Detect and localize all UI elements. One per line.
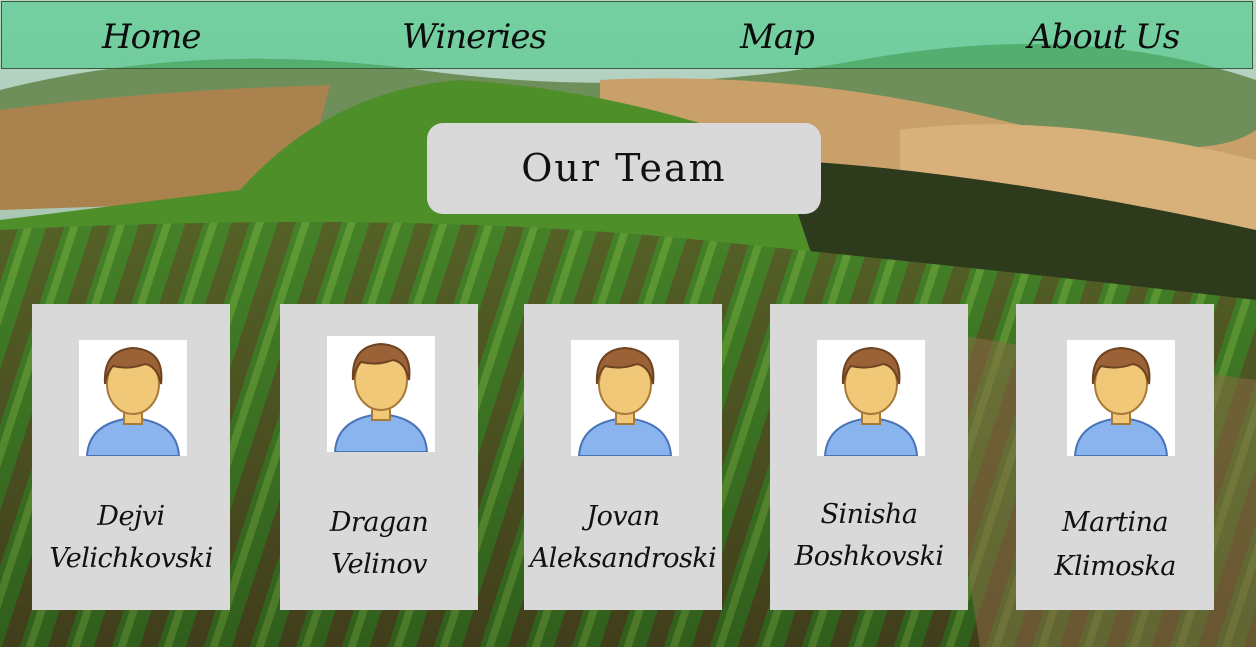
team-member-first-name: Sinisha <box>820 499 919 530</box>
user-avatar-icon <box>571 340 679 456</box>
user-avatar-icon <box>817 340 925 456</box>
team-member-card: Martina Klimoska <box>1016 304 1214 610</box>
team-member-first-name: Dragan <box>329 507 429 538</box>
team-member-last-name: Velichkovski <box>49 543 213 574</box>
user-avatar-icon <box>327 336 435 452</box>
team-member-last-name: Klimoska <box>1054 551 1176 582</box>
team-member-card: Sinisha Boshkovski <box>770 304 968 610</box>
nav-wineries-link[interactable]: Wineries <box>402 12 547 62</box>
user-avatar-icon <box>79 340 187 456</box>
team-member-first-name: Dejvi <box>97 501 165 532</box>
team-member-card: Dragan Velinov <box>280 304 478 610</box>
nav-map-link[interactable]: Map <box>740 12 815 62</box>
team-member-last-name: Boshkovski <box>794 541 944 572</box>
team-member-last-name: Velinov <box>331 549 427 580</box>
top-navigation-bar: Home Wineries Map About Us <box>1 1 1253 69</box>
team-member-card: Dejvi Velichkovski <box>32 304 230 610</box>
team-member-last-name: Aleksandroski <box>529 543 717 574</box>
page-title: Our Team <box>427 123 821 214</box>
nav-home-link[interactable]: Home <box>102 12 201 62</box>
team-member-first-name: Martina <box>1061 507 1169 538</box>
user-avatar-icon <box>1067 340 1175 456</box>
nav-about-us-link[interactable]: About Us <box>1028 12 1180 62</box>
team-member-first-name: Jovan <box>586 501 660 532</box>
team-member-card: Jovan Aleksandroski <box>524 304 722 610</box>
